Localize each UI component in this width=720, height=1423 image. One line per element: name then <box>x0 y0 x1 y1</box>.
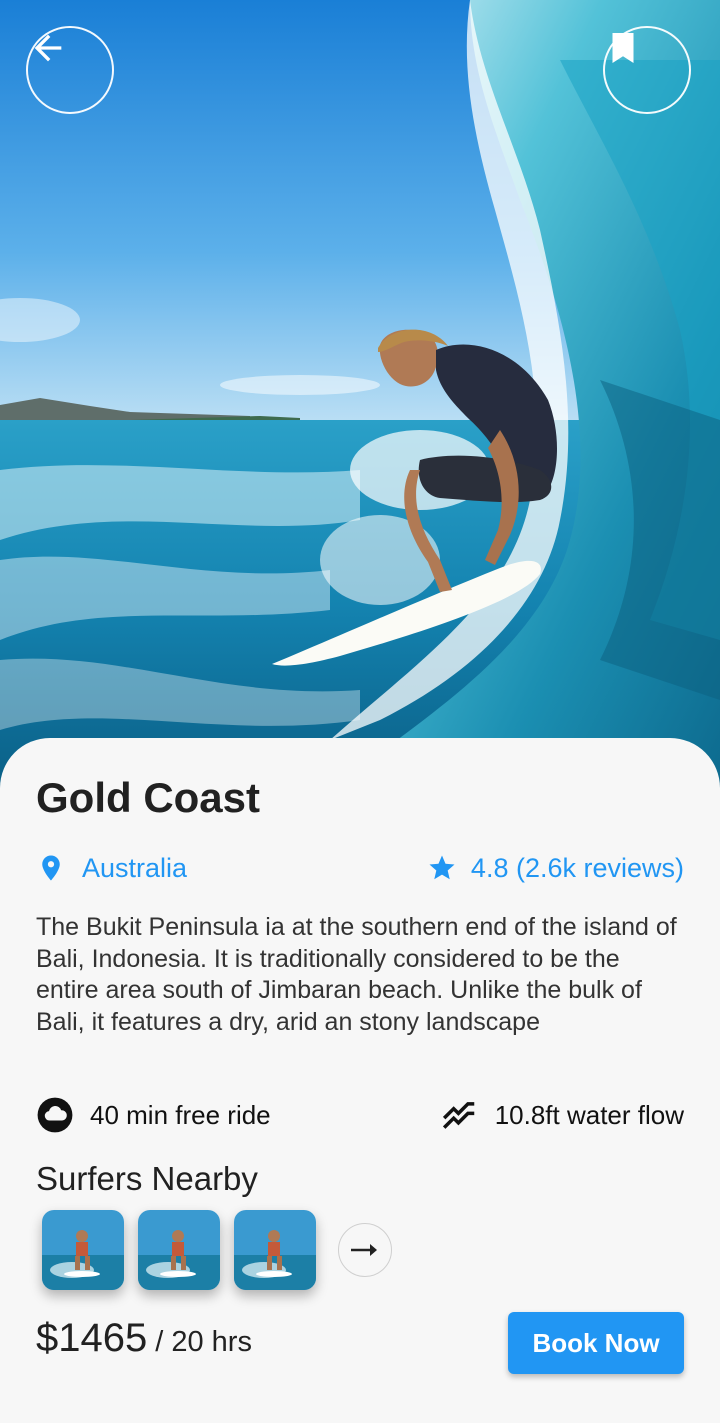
surfer-avatar-image <box>42 1210 124 1290</box>
place-title: Gold Coast <box>36 774 261 821</box>
water-flow-feature: 10.8ft water flow <box>441 1096 684 1134</box>
arrow-right-icon <box>351 1244 377 1256</box>
free-ride-label: 40 min free ride <box>90 1100 271 1130</box>
location-pin-icon <box>42 855 60 881</box>
book-now-button[interactable]: Book Now <box>508 1312 684 1374</box>
cloud-icon <box>37 1097 73 1133</box>
arrow-back-icon <box>34 34 62 62</box>
rating-row: 4.8 (2.6k reviews) <box>427 850 684 886</box>
waves-icon <box>442 1102 474 1129</box>
water-flow-label: 10.8ft water flow <box>494 1100 684 1130</box>
price-duration: / 20 hrs <box>155 1326 252 1358</box>
star-icon <box>429 855 455 880</box>
surfer-avatar[interactable] <box>42 1210 124 1290</box>
price-amount: $1465 <box>36 1316 148 1360</box>
surfer-wave-illustration <box>0 0 720 790</box>
surfers-nearby-title: Surfers Nearby <box>36 1160 258 1197</box>
surfers-avatar-list <box>42 1210 392 1290</box>
price-row: $1465 / 20 hrs <box>36 1316 252 1361</box>
surfer-avatar[interactable] <box>234 1210 316 1290</box>
surfer-avatar-image <box>138 1210 220 1290</box>
location-label: Australia <box>82 853 188 883</box>
back-button[interactable] <box>26 26 114 114</box>
location-row: Australia <box>36 850 187 886</box>
rating-label: 4.8 (2.6k reviews) <box>470 853 684 883</box>
bookmark-icon <box>612 33 634 63</box>
more-surfers-button[interactable] <box>338 1223 392 1277</box>
surfer-avatar[interactable] <box>138 1210 220 1290</box>
place-description: The Bukit Peninsula ia at the southern e… <box>36 913 677 1036</box>
surfer-avatar-image <box>234 1210 316 1290</box>
hero-image <box>0 0 720 790</box>
bookmark-button[interactable] <box>603 26 691 114</box>
free-ride-feature: 40 min free ride <box>36 1096 271 1134</box>
